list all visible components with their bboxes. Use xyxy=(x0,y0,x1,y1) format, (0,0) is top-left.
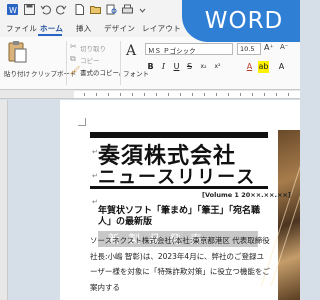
paragraph-mark: ↵ xyxy=(92,198,98,206)
ruler-tick xyxy=(96,93,97,96)
ribbon-separator xyxy=(66,41,67,85)
cut-button[interactable]: 切り取り xyxy=(80,43,106,53)
format-painter-button[interactable]: 書式のコピー/貼り付け xyxy=(80,67,120,77)
superscript-icon[interactable]: x² xyxy=(212,61,223,73)
new-document-icon[interactable] xyxy=(73,3,86,16)
copy-button[interactable]: コピー xyxy=(80,55,100,65)
photo-texture xyxy=(270,153,300,287)
margin-corner-mark xyxy=(78,118,86,126)
horizontal-ruler xyxy=(0,90,300,99)
underline-icon[interactable]: U xyxy=(171,61,182,73)
ruler-tick xyxy=(204,93,205,96)
shrink-font-icon[interactable]: A⁻ xyxy=(280,43,288,51)
highlight-icon[interactable]: ab xyxy=(258,61,269,73)
tab-file[interactable]: ファイル xyxy=(6,23,37,34)
ruler-tick xyxy=(144,93,145,96)
text-effect-icon[interactable]: A xyxy=(276,61,287,73)
grow-font-icon[interactable]: A⁺ xyxy=(264,43,274,52)
font-name-select[interactable]: ＭＳ Ｐゴシック xyxy=(145,43,233,55)
ribbon-separator xyxy=(120,41,121,85)
save-icon[interactable] xyxy=(23,3,36,16)
font-size-select[interactable]: 10.5 xyxy=(237,43,261,55)
font-color-icon[interactable]: A xyxy=(244,61,255,73)
document-page[interactable]: 奏須株式会社 ニュースリリース [Volume 1 20××.××.××] ↵ … xyxy=(60,100,300,300)
ruler-tick xyxy=(156,93,157,96)
ruler-tick xyxy=(132,93,133,96)
paragraph-mark: ↵ xyxy=(92,148,98,156)
ribbon: 貼り付け クリップボード ✂ 切り取り ⧉ コピー 🖌 書式のコピー/貼り付け … xyxy=(0,37,300,90)
title-bottom-rule xyxy=(90,186,268,189)
paste-button[interactable] xyxy=(6,40,28,66)
ruler-tick xyxy=(228,93,229,96)
ruler-tick xyxy=(108,93,109,96)
ruler-tick xyxy=(180,93,181,96)
strikethrough-icon[interactable]: S xyxy=(184,61,195,73)
ruler-tick xyxy=(192,93,193,96)
font-dialog-icon[interactable]: A xyxy=(126,43,136,59)
subscript-icon[interactable]: x₂ xyxy=(198,61,209,73)
italic-icon[interactable]: I xyxy=(158,61,169,73)
release-body-text: ソースネクスト株式会社(本社:東京都港区 代表取締役社長:小嶋 智彰)は、202… xyxy=(90,236,270,292)
volume-date: [Volume 1 20××.××.××] xyxy=(202,191,291,199)
bold-icon[interactable]: B xyxy=(145,61,156,73)
undo-icon[interactable] xyxy=(39,3,52,16)
ruler-tick xyxy=(168,93,169,96)
scissors-icon: ✂ xyxy=(70,42,77,51)
word-badge: WORD xyxy=(182,0,300,42)
svg-text:W: W xyxy=(9,6,17,15)
format-painter-icon: 🖌 xyxy=(70,66,81,75)
ruler-tick xyxy=(216,93,217,96)
print-preview-icon[interactable] xyxy=(105,3,118,16)
clipboard-paste-icon xyxy=(8,41,27,63)
quick-access-more-icon[interactable] xyxy=(136,3,149,16)
tab-insert[interactable]: 挿入 xyxy=(76,23,92,34)
copy-icon: ⧉ xyxy=(70,54,76,63)
ruler-tick xyxy=(252,93,253,96)
vertical-ruler xyxy=(0,100,8,300)
tab-home[interactable]: ホーム xyxy=(40,23,63,34)
ruler-tick xyxy=(264,93,265,96)
ruler-tick xyxy=(276,93,277,96)
word-app-icon: W xyxy=(6,3,19,16)
paste-label: 貼り付け xyxy=(4,70,30,78)
tab-layout[interactable]: レイアウト xyxy=(142,23,181,34)
ruler-tick xyxy=(240,93,241,96)
print-icon[interactable] xyxy=(121,3,134,16)
ruler-tick xyxy=(288,93,289,96)
paragraph-mark: ↵ xyxy=(92,172,98,180)
open-folder-icon[interactable] xyxy=(89,3,102,16)
ruler-tick xyxy=(120,93,121,96)
ruler-tick xyxy=(84,93,85,96)
background-photo xyxy=(260,130,300,300)
release-headline: 年賀状ソフト「筆まめ」「筆王」「宛名職人」の最新版 xyxy=(98,206,261,227)
redo-icon[interactable] xyxy=(55,3,68,16)
tab-design[interactable]: デザイン xyxy=(104,23,135,34)
active-tab-indicator xyxy=(38,34,62,36)
